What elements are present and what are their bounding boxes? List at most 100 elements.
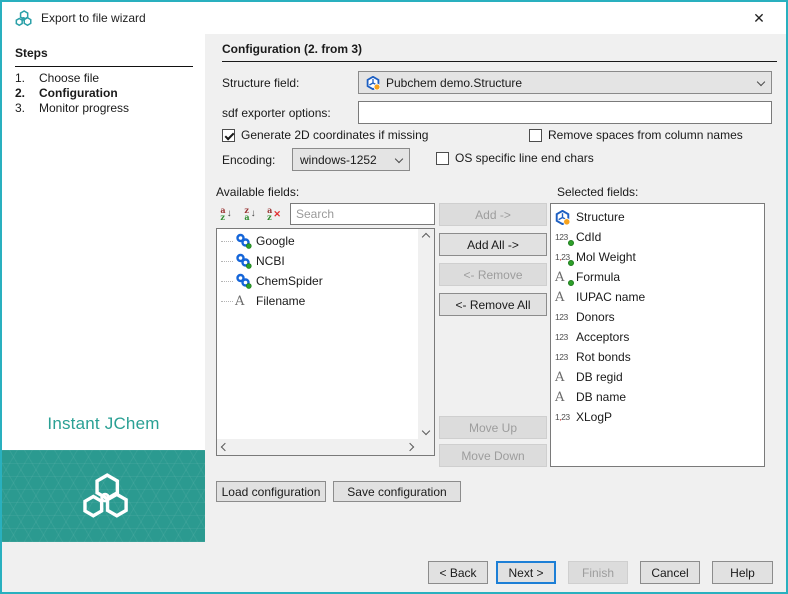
list-item[interactable]: 123Rot bonds	[551, 347, 764, 367]
search-input[interactable]	[290, 203, 435, 225]
remove-button[interactable]: <- Remove	[439, 263, 547, 286]
help-button[interactable]: Help	[712, 561, 773, 584]
list-item[interactable]: 123Acceptors	[551, 327, 764, 347]
back-button[interactable]: < Back	[428, 561, 488, 584]
scroll-up-icon[interactable]	[422, 233, 430, 241]
scroll-down-icon[interactable]	[422, 427, 430, 435]
field-label: Donors	[576, 310, 615, 324]
arrow-down-icon: ↓	[251, 209, 256, 219]
step-label: Choose file	[39, 71, 99, 86]
load-configuration-button[interactable]: Load configuration	[216, 481, 326, 502]
encoding-dropdown[interactable]: windows-1252	[292, 148, 410, 171]
step-item: 3.Monitor progress	[15, 101, 195, 116]
steps-list: 1.Choose file2.Configuration3.Monitor pr…	[15, 71, 195, 116]
list-item[interactable]: AFilename	[217, 291, 418, 311]
integer-key-icon: 123	[555, 228, 576, 246]
selected-fields-label: Selected fields:	[557, 185, 638, 199]
available-rows: Google NCBI ChemSpider AFilename	[217, 231, 418, 439]
move-down-button[interactable]: Move Down	[439, 444, 547, 467]
os-line-end-checkbox[interactable]	[436, 152, 449, 165]
structure-icon	[555, 208, 576, 226]
url-link-icon	[235, 272, 256, 290]
list-item[interactable]: 1,23Mol Weight	[551, 247, 764, 267]
field-label: DB name	[576, 390, 626, 404]
list-item[interactable]: ADB regid	[551, 367, 764, 387]
list-item[interactable]: NCBI	[217, 251, 418, 271]
generate-2d-label: Generate 2D coordinates if missing	[241, 128, 428, 142]
os-line-end-option[interactable]: OS specific line end chars	[436, 151, 594, 165]
text-field-icon: A	[555, 368, 576, 386]
field-label: DB regid	[576, 370, 623, 384]
remove-spaces-label: Remove spaces from column names	[548, 128, 743, 142]
list-item[interactable]: Google	[217, 231, 418, 251]
step-label: Configuration	[39, 86, 118, 101]
scroll-right-icon[interactable]	[406, 443, 414, 451]
list-item[interactable]: ChemSpider	[217, 271, 418, 291]
move-up-button[interactable]: Move Up	[439, 416, 547, 439]
field-label: ChemSpider	[256, 274, 323, 288]
hexagon-logo-icon	[78, 473, 130, 520]
list-item[interactable]: AFormula	[551, 267, 764, 287]
list-item[interactable]: Structure	[551, 207, 764, 227]
remove-spaces-checkbox[interactable]	[529, 129, 542, 142]
available-fields-list[interactable]: Google NCBI ChemSpider AFilename	[216, 228, 435, 456]
app-logo-icon	[14, 10, 32, 27]
list-item[interactable]: 1,23XLogP	[551, 407, 764, 427]
save-configuration-button[interactable]: Save configuration	[333, 481, 461, 502]
encoding-value: windows-1252	[300, 153, 377, 167]
remove-spaces-option[interactable]: Remove spaces from column names	[529, 128, 743, 142]
generate-2d-option[interactable]: Generate 2D coordinates if missing	[222, 128, 428, 142]
integer-icon: 123	[555, 328, 576, 346]
field-label: NCBI	[256, 254, 285, 268]
text-field-icon: A	[555, 288, 576, 306]
tree-connector	[221, 301, 233, 302]
window-title: Export to file wizard	[41, 11, 146, 25]
sdf-options-input[interactable]	[358, 101, 772, 124]
horizontal-scrollbar[interactable]	[217, 439, 418, 455]
structure-field-label: Structure field:	[222, 76, 299, 90]
list-item[interactable]: ADB name	[551, 387, 764, 407]
scroll-left-icon[interactable]	[221, 443, 229, 451]
brand-text: Instant JChem	[2, 414, 205, 434]
step-number: 2.	[15, 86, 39, 101]
step-number: 1.	[15, 71, 39, 86]
text-key-icon: A	[555, 268, 576, 286]
page-title: Configuration (2. from 3)	[222, 42, 777, 62]
close-button[interactable]: ✕	[742, 6, 776, 30]
generate-2d-checkbox[interactable]	[222, 129, 235, 142]
field-label: Filename	[256, 294, 305, 308]
structure-field-value: Pubchem demo.Structure	[386, 76, 522, 90]
structure-field-dropdown[interactable]: Pubchem demo.Structure	[358, 71, 772, 94]
selected-fields-list[interactable]: Structure123CdId1,23Mol WeightAFormulaAI…	[550, 203, 765, 467]
field-label: XLogP	[576, 410, 612, 424]
field-label: Acceptors	[576, 330, 629, 344]
integer-icon: 123	[555, 348, 576, 366]
list-item[interactable]: 123Donors	[551, 307, 764, 327]
add-all-button[interactable]: Add All ->	[439, 233, 547, 256]
next-button[interactable]: Next >	[496, 561, 556, 584]
clear-sort-x-icon: ✕	[273, 209, 281, 219]
sdf-options-label: sdf exporter options:	[222, 106, 331, 120]
step-item: 1.Choose file	[15, 71, 195, 86]
integer-icon: 123	[555, 308, 576, 326]
cancel-button[interactable]: Cancel	[640, 561, 700, 584]
add-button[interactable]: Add ->	[439, 203, 547, 226]
field-label: Structure	[576, 210, 625, 224]
key-dot-icon	[568, 260, 574, 266]
finish-button[interactable]: Finish	[568, 561, 628, 584]
url-link-icon	[235, 232, 256, 250]
field-label: CdId	[576, 230, 601, 244]
os-line-end-label: OS specific line end chars	[455, 151, 594, 165]
steps-heading: Steps	[15, 46, 193, 67]
sort-ascending-button[interactable]: az↓	[216, 204, 236, 224]
step-label: Monitor progress	[39, 101, 129, 116]
vertical-scrollbar[interactable]	[418, 229, 434, 439]
sort-descending-button[interactable]: za↓	[240, 204, 260, 224]
chevron-down-icon	[757, 77, 765, 85]
sort-clear-button[interactable]: az✕	[264, 204, 284, 224]
remove-all-button[interactable]: <- Remove All	[439, 293, 547, 316]
field-label: Rot bonds	[576, 350, 631, 364]
list-item[interactable]: 123CdId	[551, 227, 764, 247]
field-label: IUPAC name	[576, 290, 645, 304]
list-item[interactable]: AIUPAC name	[551, 287, 764, 307]
